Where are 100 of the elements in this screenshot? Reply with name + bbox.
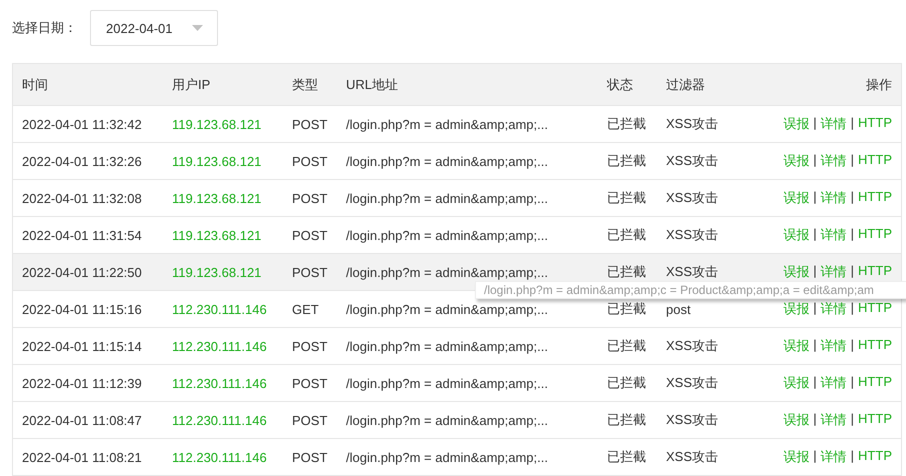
column-header: URL地址: [345, 76, 400, 94]
separator: |: [813, 263, 817, 280]
table-cell-text: post: [665, 302, 692, 316]
separator: |: [813, 189, 817, 206]
action-link[interactable]: 误报: [783, 374, 810, 392]
table-cell-text: POST: [291, 264, 328, 280]
action-link[interactable]: 误报: [783, 448, 810, 466]
url-tooltip: /login.php?m = admin&amp;amp;c = Product&amp;amp;a = edit&amp;am: [475, 281, 906, 299]
action-link[interactable]: HTTP: [858, 189, 892, 207]
separator: |: [850, 115, 854, 132]
separator: |: [813, 374, 817, 391]
table-cell-text: POST: [291, 228, 328, 242]
table-cell-text: POST: [291, 376, 328, 390]
table-cell-text: /login.php?m = admin&amp;amp;...: [345, 154, 549, 168]
separator: |: [813, 226, 817, 243]
action-link[interactable]: 详情: [820, 411, 847, 429]
action-link[interactable]: 误报: [783, 300, 810, 318]
action-link[interactable]: 详情: [820, 300, 847, 318]
table-cell-text: 2022-04-01 11:15:16: [21, 302, 143, 316]
action-link[interactable]: 详情: [820, 226, 847, 244]
action-link[interactable]: HTTP: [858, 115, 892, 133]
action-link[interactable]: 误报: [783, 115, 810, 133]
action-link[interactable]: 误报: [783, 337, 810, 355]
date-label: 选择日期：: [12, 19, 77, 37]
table-cell-text: 已拦截: [606, 374, 647, 392]
action-link[interactable]: HTTP: [858, 374, 892, 392]
column-header: 类型: [291, 76, 319, 94]
ip-address: 119.123.68.121: [171, 116, 262, 132]
separator: |: [813, 300, 817, 317]
table-cell-text: POST: [291, 450, 328, 464]
action-link[interactable]: 误报: [783, 226, 810, 244]
table-cell-text: /login.php?m = admin&amp;amp;...: [345, 412, 549, 428]
separator: |: [850, 374, 854, 391]
table-cell-text: /login.php?m = admin&amp;amp;...: [345, 376, 549, 390]
table-cell-text: XSS攻击: [665, 411, 720, 429]
table-cell-text: 2022-04-01 11:31:54: [21, 228, 143, 242]
separator: |: [850, 448, 854, 465]
action-link[interactable]: 详情: [820, 374, 847, 392]
ip-address: 119.123.68.121: [171, 154, 262, 168]
table-cell-text: XSS攻击: [665, 448, 720, 466]
table-cell-text: POST: [291, 338, 328, 354]
table-cell-text: XSS攻击: [665, 374, 720, 392]
separator: |: [850, 226, 854, 243]
ip-address: 119.123.68.121: [171, 228, 262, 242]
separator: |: [850, 411, 854, 428]
table-cell-text: POST: [291, 190, 328, 206]
separator: |: [850, 152, 854, 169]
action-link[interactable]: HTTP: [858, 152, 892, 170]
table-cell-text: XSS攻击: [665, 226, 720, 244]
separator: |: [813, 448, 817, 465]
table-cell-text: /login.php?m = admin&amp;amp;...: [345, 302, 549, 316]
action-link[interactable]: 误报: [783, 152, 810, 170]
table-cell-text: 已拦截: [606, 226, 647, 244]
action-link[interactable]: HTTP: [858, 337, 892, 355]
column-header: 过滤器: [665, 76, 706, 94]
caret-icon: [192, 25, 203, 31]
table-cell-text: XSS攻击: [665, 115, 720, 133]
action-link[interactable]: 详情: [820, 115, 847, 133]
table-cell-text: POST: [291, 154, 328, 168]
table-cell-text: 已拦截: [606, 263, 647, 281]
ip-address: 112.230.111.146: [171, 412, 268, 428]
separator: |: [850, 263, 854, 280]
separator: |: [813, 152, 817, 169]
date-select[interactable]: 2022-04-01: [90, 10, 218, 46]
ip-address: 112.230.111.146: [171, 376, 268, 390]
action-link[interactable]: 误报: [783, 263, 810, 281]
action-link[interactable]: 详情: [820, 152, 847, 170]
ip-address: 119.123.68.121: [171, 190, 262, 206]
table-cell-text: /login.php?m = admin&amp;amp;...: [345, 190, 549, 206]
table-cell-text: /login.php?m = admin&amp;amp;...: [345, 116, 549, 132]
table-cell-text: 已拦截: [606, 337, 647, 355]
table-cell-text: 2022-04-01 11:08:21: [21, 450, 143, 464]
table-cell-text: /login.php?m = admin&amp;amp;...: [345, 450, 549, 464]
column-header: 时间: [21, 76, 49, 94]
action-link[interactable]: 详情: [820, 263, 847, 281]
action-link[interactable]: HTTP: [858, 226, 892, 244]
action-link[interactable]: HTTP: [858, 300, 892, 318]
action-link[interactable]: 详情: [820, 337, 847, 355]
table-cell-text: 2022-04-01 11:32:08: [21, 190, 143, 206]
column-header: 用户IP: [171, 76, 212, 94]
table-cell-text: 2022-04-01 11:32:42: [21, 116, 143, 132]
table-cell-text: POST: [291, 412, 328, 428]
table-cell-text: 已拦截: [606, 300, 647, 318]
action-link[interactable]: HTTP: [858, 411, 892, 429]
action-link[interactable]: HTTP: [858, 263, 892, 281]
action-link[interactable]: 详情: [820, 189, 847, 207]
table-cell-text: XSS攻击: [665, 337, 720, 355]
table-cell-text: 2022-04-01 11:15:14: [21, 338, 143, 354]
table-cell-text: XSS攻击: [665, 189, 720, 207]
action-link[interactable]: 误报: [783, 411, 810, 429]
table-cell-text: 已拦截: [606, 411, 647, 429]
table-cell-text: 已拦截: [606, 115, 647, 133]
action-link[interactable]: 详情: [820, 448, 847, 466]
action-link[interactable]: HTTP: [858, 448, 892, 466]
ip-address: 112.230.111.146: [171, 338, 268, 354]
ip-address: 112.230.111.146: [171, 450, 268, 464]
separator: |: [850, 189, 854, 206]
table-cell-text: POST: [291, 116, 328, 132]
table-cell-text: 2022-04-01 11:22:50: [21, 264, 143, 280]
action-link[interactable]: 误报: [783, 189, 810, 207]
